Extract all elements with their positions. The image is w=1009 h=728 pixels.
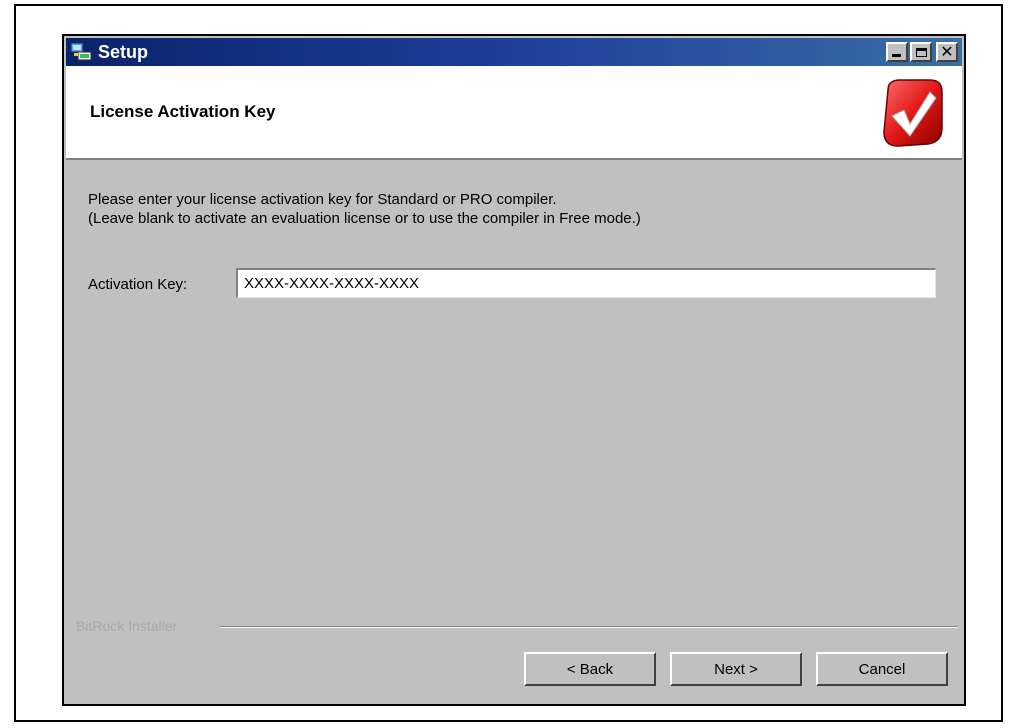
window-controls: ✕ <box>886 42 958 62</box>
cancel-button[interactable]: Cancel <box>816 652 948 686</box>
footer-divider <box>220 626 958 628</box>
activation-key-label: Activation Key: <box>88 276 188 293</box>
window-title: Setup <box>98 41 149 62</box>
page-title: License Activation Key <box>90 102 276 121</box>
minimize-icon <box>892 54 901 57</box>
instruction-line-2: (Leave blank to activate an evaluation l… <box>88 210 641 227</box>
instructions-text: Please enter your license activation key… <box>88 190 641 228</box>
maximize-icon <box>915 47 927 57</box>
installer-label: BitRock Installer <box>76 618 178 634</box>
minimize-button[interactable] <box>886 42 908 62</box>
setup-computer-icon <box>70 42 92 61</box>
setup-window: Setup ✕ License Activation Key Please en… <box>62 34 966 706</box>
activation-key-input[interactable] <box>236 268 936 298</box>
red-checkmark-logo-icon <box>883 79 943 147</box>
close-icon: ✕ <box>940 42 954 61</box>
instruction-line-1: Please enter your license activation key… <box>88 191 557 208</box>
header-panel: License Activation Key <box>66 66 962 160</box>
next-button[interactable]: Next > <box>670 652 802 686</box>
title-bar[interactable]: Setup ✕ <box>66 38 962 66</box>
maximize-button[interactable] <box>910 42 932 62</box>
back-button[interactable]: < Back <box>524 652 656 686</box>
close-button[interactable]: ✕ <box>936 42 958 62</box>
